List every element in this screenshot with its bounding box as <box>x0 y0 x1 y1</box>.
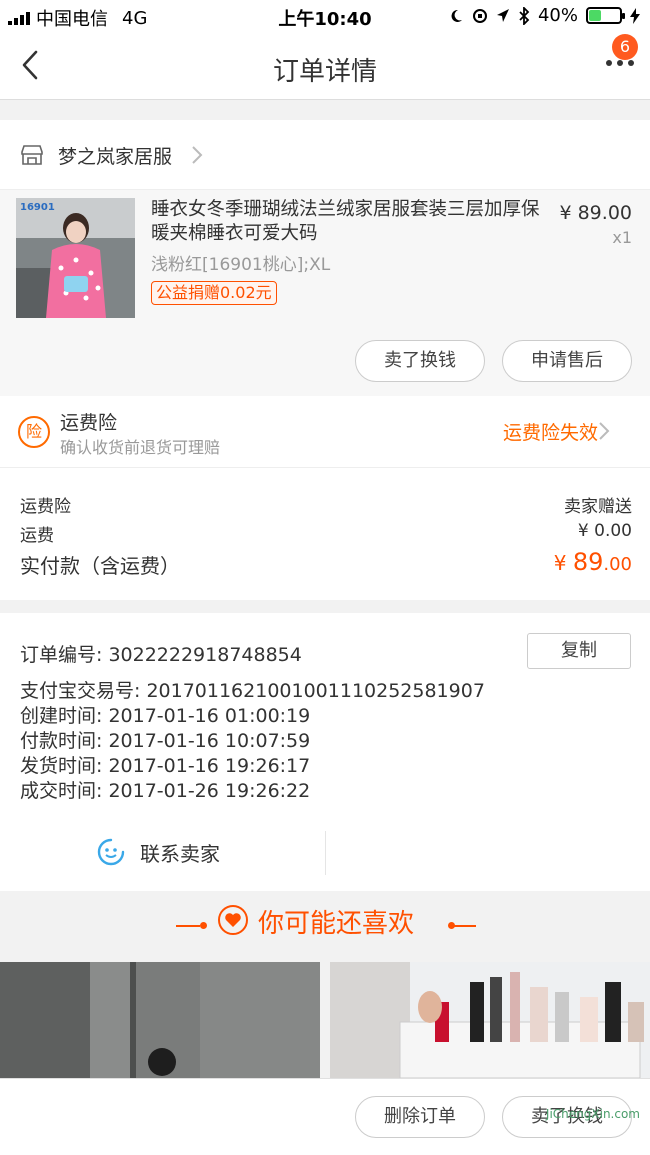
recommended-item-image[interactable] <box>330 962 650 1078</box>
completed-time: 成交时间: 2017-01-26 19:26:22 <box>20 780 311 802</box>
shipping-value: ¥ 0.00 <box>577 521 632 541</box>
product-title[interactable]: 睡衣女冬季珊瑚绒法兰绒家居服套装三层加厚保暖夹棉睡衣可爱大码 <box>151 198 541 246</box>
recommendations-header: 你可能还喜欢 <box>0 891 650 961</box>
bottom-action-bar: 删除订单 卖了换钱 JiChengXin.com <box>0 1078 650 1155</box>
charging-icon <box>630 7 640 24</box>
recommendations-title: 你可能还喜欢 <box>258 909 415 939</box>
divider-dot <box>200 922 207 929</box>
status-right: 40% <box>448 5 640 26</box>
insurance-icon: 险 <box>18 416 50 448</box>
bluetooth-icon <box>519 6 530 25</box>
paid-label: 实付款（含运费） <box>20 554 180 578</box>
divider <box>452 925 476 927</box>
paid-amount: ¥ 89.00 <box>554 548 632 576</box>
moon-icon <box>451 9 462 22</box>
chat-bubble-icon <box>97 838 125 866</box>
alipay-transaction-number: 支付宝交易号: 2017011621001001110252581907 <box>20 680 485 702</box>
contact-seller-button[interactable]: 联系卖家 <box>96 837 220 867</box>
contact-seller-label[interactable]: 联系卖家 <box>140 838 220 867</box>
chevron-right-icon <box>599 422 610 440</box>
page-title: 订单详情 <box>272 57 377 87</box>
product-price: ¥ 89.00 <box>559 202 632 224</box>
insurance-title: 运费险 <box>60 412 118 434</box>
paid-integer: 89 <box>572 548 604 576</box>
created-time: 创建时间: 2017-01-16 01:00:19 <box>20 705 311 727</box>
message-badge: 6 <box>612 34 638 60</box>
shipping-label: 运费 <box>20 526 54 546</box>
watermark: JiChengXin.com <box>545 1107 640 1121</box>
shop-icon <box>21 145 43 165</box>
paid-decimal: .00 <box>603 554 632 575</box>
charity-tag: 公益捐赠0.02元 <box>151 281 277 305</box>
product-quantity: x1 <box>612 228 632 247</box>
after-sales-button[interactable]: 申请售后 <box>502 340 632 382</box>
order-info: 订单编号: 3022222918748854 复制 支付宝交易号: 201701… <box>0 613 650 891</box>
payment-summary: 运费险 卖家赠送 运费 ¥ 0.00 实付款（含运费） ¥ 89.00 <box>0 468 650 600</box>
insurance-subtitle: 确认收货前退货可理赔 <box>60 438 221 457</box>
store-header[interactable]: 梦之岚家居服 <box>0 120 650 190</box>
store-name[interactable]: 梦之岚家居服 <box>58 142 172 169</box>
copy-button[interactable]: 复制 <box>527 633 631 669</box>
product-image[interactable]: 16901 <box>16 198 135 318</box>
divider <box>325 831 326 875</box>
chevron-right-icon <box>192 146 203 164</box>
freight-insurance-row[interactable]: 险 运费险 确认收货前退货可理赔 运费险失效 <box>0 396 650 468</box>
sell-item-button[interactable]: 卖了换钱 <box>355 340 485 382</box>
status-bar: 中国电信 4G 上午10:40 40% <box>0 0 650 34</box>
insurance-label: 运费险 <box>20 497 71 517</box>
nav-bar: 订单详情 6 <box>0 34 650 100</box>
paid-currency: ¥ <box>553 551 573 575</box>
delete-order-button[interactable]: 删除订单 <box>355 1096 485 1138</box>
insurance-status[interactable]: 运费险失效 <box>503 418 598 445</box>
paid-time: 付款时间: 2017-01-16 10:07:59 <box>20 730 311 752</box>
heart-icon <box>218 905 248 935</box>
rotation-lock-icon <box>472 8 487 23</box>
insurance-value: 卖家赠送 <box>564 497 632 517</box>
product-sku: 浅粉红[16901桃心];XL <box>151 255 331 275</box>
shipped-time: 发货时间: 2017-01-16 19:26:17 <box>20 755 311 777</box>
battery-icon <box>586 7 625 24</box>
divider <box>176 925 200 927</box>
location-icon <box>496 8 509 22</box>
order-number: 订单编号: 3022222918748854 <box>20 644 302 666</box>
more-menu-icon[interactable] <box>606 60 634 66</box>
battery-percent: 40% <box>537 5 578 26</box>
recommended-item-image[interactable] <box>0 962 320 1078</box>
thumb-label: 16901 <box>20 202 55 213</box>
